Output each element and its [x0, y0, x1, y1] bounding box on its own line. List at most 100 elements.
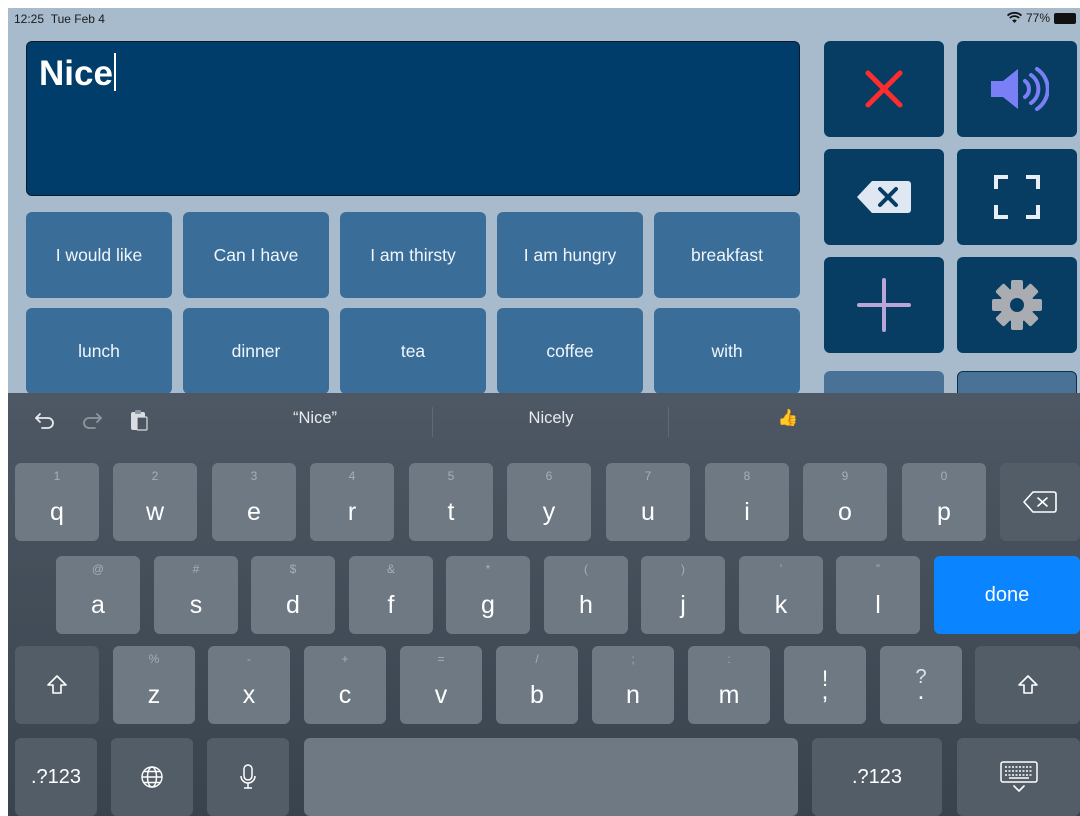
backspace-icon [1023, 491, 1057, 513]
phrase-button[interactable]: dinner [183, 308, 329, 394]
key-b[interactable]: / b [496, 646, 578, 724]
add-button[interactable] [824, 257, 944, 353]
dismiss-wrap [957, 738, 1080, 816]
key-dismiss-keyboard[interactable] [957, 738, 1080, 816]
globe-wrap [111, 738, 193, 816]
key-p[interactable]: 0p [902, 463, 986, 541]
key-label: q [50, 498, 64, 526]
key-label: d [286, 591, 300, 619]
key-hint: 2 [151, 469, 159, 483]
keyboard-dismiss-icon [999, 761, 1038, 792]
key-numbers-left[interactable]: .?123 [15, 738, 97, 816]
key-s[interactable]: # s [154, 556, 238, 634]
key-c[interactable]: + c [304, 646, 386, 724]
key-a[interactable]: @ a [56, 556, 140, 634]
key-label: g [481, 591, 495, 619]
key-hint: ” [876, 562, 880, 576]
key-label: e [247, 498, 261, 526]
key-m[interactable]: :m [688, 646, 770, 724]
key-numbers-right[interactable]: .?123 [812, 738, 942, 816]
done-label: done [984, 583, 1030, 606]
phrase-label: with [711, 340, 743, 361]
phrase-button[interactable]: tea [340, 308, 486, 394]
key-n[interactable]: ; n [592, 646, 674, 724]
speak-button[interactable] [957, 41, 1077, 137]
phrase-button[interactable]: lunch [26, 308, 172, 394]
key-label: k [774, 591, 788, 619]
done-key[interactable]: done [934, 556, 1080, 634]
phrase-label: coffee [546, 340, 594, 361]
key-k[interactable]: ’ k [739, 556, 823, 634]
key-label: o [838, 498, 852, 526]
settings-button[interactable] [957, 257, 1077, 353]
key-backspace[interactable] [1000, 463, 1080, 541]
key-hint: ; [631, 652, 635, 666]
phrase-label: I am thirsty [370, 244, 456, 265]
key-hint: 3 [250, 469, 258, 483]
key-q[interactable]: 1q [15, 463, 99, 541]
key-z[interactable]: % z [113, 646, 195, 724]
key-comma[interactable]: !, [784, 646, 866, 724]
suggestion-quoted[interactable]: “Nice” [250, 409, 380, 428]
key-t[interactable]: 5t [409, 463, 493, 541]
suggestion-divider [432, 407, 433, 437]
phrase-button[interactable]: coffee [497, 308, 643, 394]
key-hint: 0 [940, 469, 948, 483]
suggestion-emoji[interactable]: 👍 [723, 409, 853, 428]
onscreen-keyboard: “Nice” Nicely 👍 1q 2w 3e 4r 5t 6y 7u 8i … [8, 393, 1080, 816]
key-g[interactable]: * g [446, 556, 530, 634]
key-e[interactable]: 3e [212, 463, 296, 541]
key-y[interactable]: 6y [507, 463, 591, 541]
phrase-button[interactable]: with [654, 308, 800, 394]
key-hint: / [535, 652, 539, 666]
key-r[interactable]: 4r [310, 463, 394, 541]
key-hint: @ [91, 562, 105, 576]
phrase-button[interactable]: I am thirsty [340, 212, 486, 298]
clear-button[interactable] [824, 41, 944, 137]
key-label: t [447, 498, 455, 526]
phrase-button[interactable]: Can I have [183, 212, 329, 298]
key-w[interactable]: 2w [113, 463, 197, 541]
key-label: n [626, 681, 640, 709]
message-input[interactable]: Nice [26, 41, 800, 196]
key-j[interactable]: ) j [641, 556, 725, 634]
key-x[interactable]: -x [208, 646, 290, 724]
key-hint: 5 [447, 469, 455, 483]
key-i[interactable]: 8i [705, 463, 789, 541]
undo-icon[interactable] [34, 409, 56, 431]
key-hint: ( [584, 562, 588, 576]
redo-icon[interactable] [81, 409, 103, 431]
key-h[interactable]: (h [544, 556, 628, 634]
phrase-label: I am hungry [523, 244, 617, 265]
key-f[interactable]: & f [349, 556, 433, 634]
phrase-button[interactable]: breakfast [654, 212, 800, 298]
phrase-button[interactable]: I would like [26, 212, 172, 298]
key-hint: ’ [779, 562, 783, 576]
key-globe[interactable] [111, 738, 193, 816]
key-label: , [821, 677, 829, 705]
phrase-label: tea [400, 340, 426, 361]
key-period[interactable]: ?. [880, 646, 962, 724]
key-d[interactable]: $ d [251, 556, 335, 634]
key-hint: ) [681, 562, 685, 576]
suggestion-word[interactable]: Nicely [486, 409, 616, 428]
key-v[interactable]: = v [400, 646, 482, 724]
fullscreen-button[interactable] [957, 149, 1077, 245]
key-label: a [91, 591, 105, 619]
key-shift-left[interactable] [15, 646, 99, 724]
key-hint: & [386, 562, 395, 576]
key-label: s [189, 591, 203, 619]
phrase-button[interactable]: I am hungry [497, 212, 643, 298]
phrase-label: dinner [231, 340, 281, 361]
key-hint: + [341, 652, 349, 666]
suggestion-bar: “Nice” Nicely 👍 [8, 393, 1080, 449]
key-l[interactable]: ” l [836, 556, 920, 634]
paste-icon[interactable] [128, 409, 150, 433]
key-o[interactable]: 9o [803, 463, 887, 541]
globe-icon [141, 766, 163, 788]
key-shift-right[interactable] [975, 646, 1080, 724]
key-u[interactable]: 7u [606, 463, 690, 541]
backspace-button[interactable] [824, 149, 944, 245]
key-dictation[interactable] [207, 738, 289, 816]
key-space[interactable] [304, 738, 798, 816]
